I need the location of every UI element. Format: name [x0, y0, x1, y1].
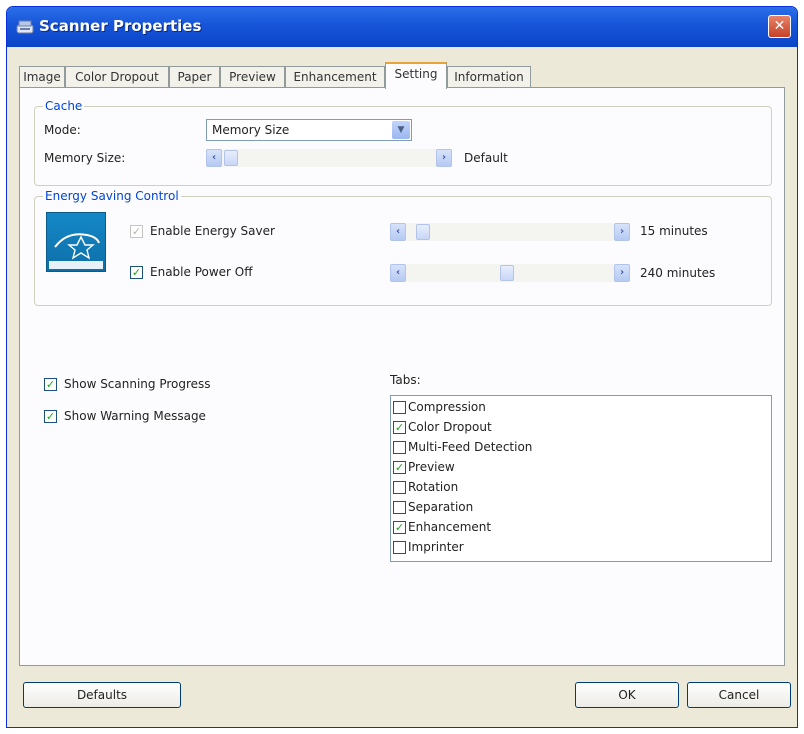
show-warning-message-checkbox[interactable]: ✓ [44, 410, 57, 423]
enable-energy-saver-label: Enable Energy Saver [150, 224, 275, 238]
chevron-right-icon[interactable]: › [436, 149, 452, 167]
chevron-right-icon[interactable]: › [614, 264, 630, 282]
show-scanning-progress-checkbox[interactable]: ✓ [44, 378, 57, 391]
rotation-checkbox[interactable] [393, 481, 406, 494]
chevron-left-icon[interactable]: ‹ [390, 264, 406, 282]
tabs-list-label: Tabs: [390, 373, 421, 387]
mode-label: Mode: [44, 123, 81, 137]
ok-button-label: OK [618, 688, 636, 702]
energy-group-label: Energy Saving Control [43, 189, 181, 203]
window-title: Scanner Properties [39, 17, 202, 35]
memory-size-slider[interactable]: ‹ › [206, 149, 452, 167]
tab-paper[interactable]: Paper [169, 66, 220, 88]
chevron-down-icon: ▼ [392, 121, 410, 139]
list-item-label: Color Dropout [408, 420, 492, 434]
scanner-properties-window: Scanner Properties ✕ Image Color Dropout… [6, 6, 798, 728]
ok-button[interactable]: OK [575, 682, 679, 708]
list-item-label: Separation [408, 500, 474, 514]
enable-power-off-checkbox[interactable]: ✓ [130, 266, 143, 279]
chevron-right-icon[interactable]: › [614, 223, 630, 241]
tab-image[interactable]: Image [19, 66, 65, 88]
title-bar[interactable]: Scanner Properties ✕ [7, 7, 797, 47]
energy-star-icon [49, 233, 103, 269]
compression-checkbox[interactable] [393, 401, 406, 414]
tab-information[interactable]: Information [447, 66, 531, 88]
close-icon: ✕ [773, 18, 786, 34]
list-item-label: Preview [408, 460, 455, 474]
mode-select[interactable]: Memory Size ▼ [206, 119, 412, 141]
show-scanning-progress-label: Show Scanning Progress [64, 377, 211, 391]
energy-star-logo [46, 212, 106, 272]
color-dropout-checkbox[interactable]: ✓ [393, 421, 406, 434]
tab-preview[interactable]: Preview [220, 66, 285, 88]
scanner-icon [16, 20, 34, 34]
tab-color-dropout[interactable]: Color Dropout [65, 66, 169, 88]
list-item-label: Compression [408, 400, 486, 414]
list-item-label: Imprinter [408, 540, 464, 554]
memory-size-value: Default [464, 151, 508, 165]
mode-select-value: Memory Size [212, 123, 290, 137]
power-off-value: 240 minutes [640, 266, 716, 280]
separation-checkbox[interactable] [393, 501, 406, 514]
chevron-left-icon[interactable]: ‹ [206, 149, 222, 167]
chevron-left-icon[interactable]: ‹ [390, 223, 406, 241]
tabs-listbox[interactable]: Compression ✓ Color Dropout Multi-Feed D… [390, 395, 772, 562]
cache-group: Cache [34, 99, 772, 186]
preview-checkbox[interactable]: ✓ [393, 461, 406, 474]
list-item-label: Enhancement [408, 520, 492, 534]
memory-size-thumb[interactable] [224, 150, 238, 166]
tab-setting[interactable]: Setting [385, 62, 447, 89]
energy-group: Energy Saving Control [34, 189, 772, 306]
setting-panel: Cache Mode: Memory Size ▼ Memory Size: ‹… [19, 87, 785, 666]
imprinter-checkbox[interactable] [393, 541, 406, 554]
enhancement-checkbox[interactable]: ✓ [393, 521, 406, 534]
enable-energy-saver-checkbox[interactable]: ✓ [130, 225, 143, 238]
energy-saver-value: 15 minutes [640, 224, 708, 238]
cache-group-label: Cache [43, 99, 85, 113]
energy-saver-slider[interactable]: ‹ › [390, 223, 630, 241]
list-item-label: Multi-Feed Detection [408, 440, 533, 454]
memory-size-track[interactable] [222, 149, 436, 167]
defaults-button-label: Defaults [76, 688, 128, 702]
energy-saver-thumb[interactable] [416, 224, 430, 240]
energy-saver-track[interactable] [406, 223, 614, 241]
tab-enhancement[interactable]: Enhancement [285, 66, 385, 88]
enable-power-off-label: Enable Power Off [150, 265, 253, 279]
power-off-slider[interactable]: ‹ › [390, 264, 630, 282]
power-off-thumb[interactable] [500, 265, 514, 281]
cancel-button-label: Cancel [718, 688, 760, 702]
memory-size-label: Memory Size: [44, 151, 126, 165]
cancel-button[interactable]: Cancel [687, 682, 791, 708]
show-warning-message-label: Show Warning Message [64, 409, 206, 423]
multi-feed-detection-checkbox[interactable] [393, 441, 406, 454]
list-item-label: Rotation [408, 480, 459, 494]
defaults-button[interactable]: Defaults [23, 682, 181, 708]
close-button[interactable]: ✕ [768, 15, 791, 38]
